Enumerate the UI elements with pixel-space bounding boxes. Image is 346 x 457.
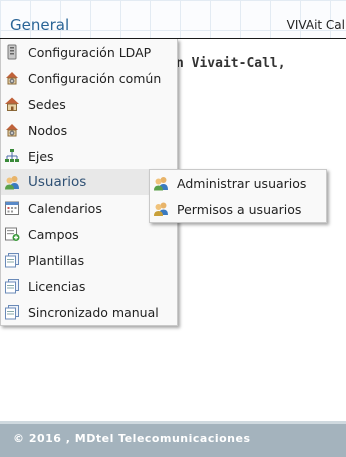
menu-item-label: Plantillas: [28, 252, 85, 268]
pages-icon: [4, 304, 20, 320]
users-key-icon: [153, 201, 169, 217]
submenu-item-permisos-usuarios[interactable]: Permisos a usuarios: [150, 196, 326, 222]
hierarchy-icon: [4, 148, 20, 164]
menu-item-configuracion-comun[interactable]: Configuración común: [1, 65, 177, 91]
menu-item-label: Calendarios: [28, 200, 102, 216]
menu-item-label: Sedes: [28, 96, 66, 112]
menu-item-label: Licencias: [28, 278, 86, 294]
users-icon: [153, 175, 169, 191]
welcome-text: n Vivait-Call,: [176, 56, 286, 71]
top-bar: General VIVAit Cal: [0, 0, 346, 39]
tab-general[interactable]: General: [10, 16, 69, 34]
menu-item-campos[interactable]: Campos: [1, 221, 177, 247]
submenu-item-label: Administrar usuarios: [177, 175, 307, 191]
home-gear-icon: [4, 70, 20, 86]
submenu-item-label: Permisos a usuarios: [177, 201, 302, 217]
pages-icon: [4, 278, 20, 294]
database-icon: [4, 44, 20, 60]
menu-item-ejes[interactable]: Ejes: [1, 143, 177, 169]
menu-item-nodos[interactable]: Nodos: [1, 117, 177, 143]
menu-item-configuracion-ldap[interactable]: Configuración LDAP: [1, 39, 177, 65]
menu-item-label: Ejes: [28, 148, 54, 164]
brand-name: VIVAit Cal: [286, 18, 345, 32]
pages-icon: [4, 252, 20, 268]
menu-item-label: Usuarios: [28, 174, 87, 190]
calendar-icon: [4, 200, 20, 216]
menu-item-label: Configuración común: [28, 70, 162, 86]
footer-copyright: © 2016 , MDtel Telecomunicaciones: [13, 432, 251, 445]
home-gear-icon: [4, 122, 20, 138]
menu-item-label: Configuración LDAP: [28, 44, 152, 60]
add-field-icon: [4, 226, 20, 242]
users-icon: [4, 174, 20, 190]
menu-item-label: Sincronizado manual: [28, 304, 159, 320]
menu-item-label: Nodos: [28, 122, 68, 138]
usuarios-submenu: Administrar usuarios Permisos a usuarios: [149, 169, 327, 223]
home-icon: [4, 96, 20, 112]
menu-item-licencias[interactable]: Licencias: [1, 273, 177, 299]
menu-item-plantillas[interactable]: Plantillas: [1, 247, 177, 273]
footer: © 2016 , MDtel Telecomunicaciones: [0, 421, 346, 457]
menu-item-sincronizado-manual[interactable]: Sincronizado manual: [1, 299, 177, 325]
menu-item-sedes[interactable]: Sedes: [1, 91, 177, 117]
menu-item-label: Campos: [28, 226, 79, 242]
submenu-item-administrar-usuarios[interactable]: Administrar usuarios: [150, 170, 326, 196]
